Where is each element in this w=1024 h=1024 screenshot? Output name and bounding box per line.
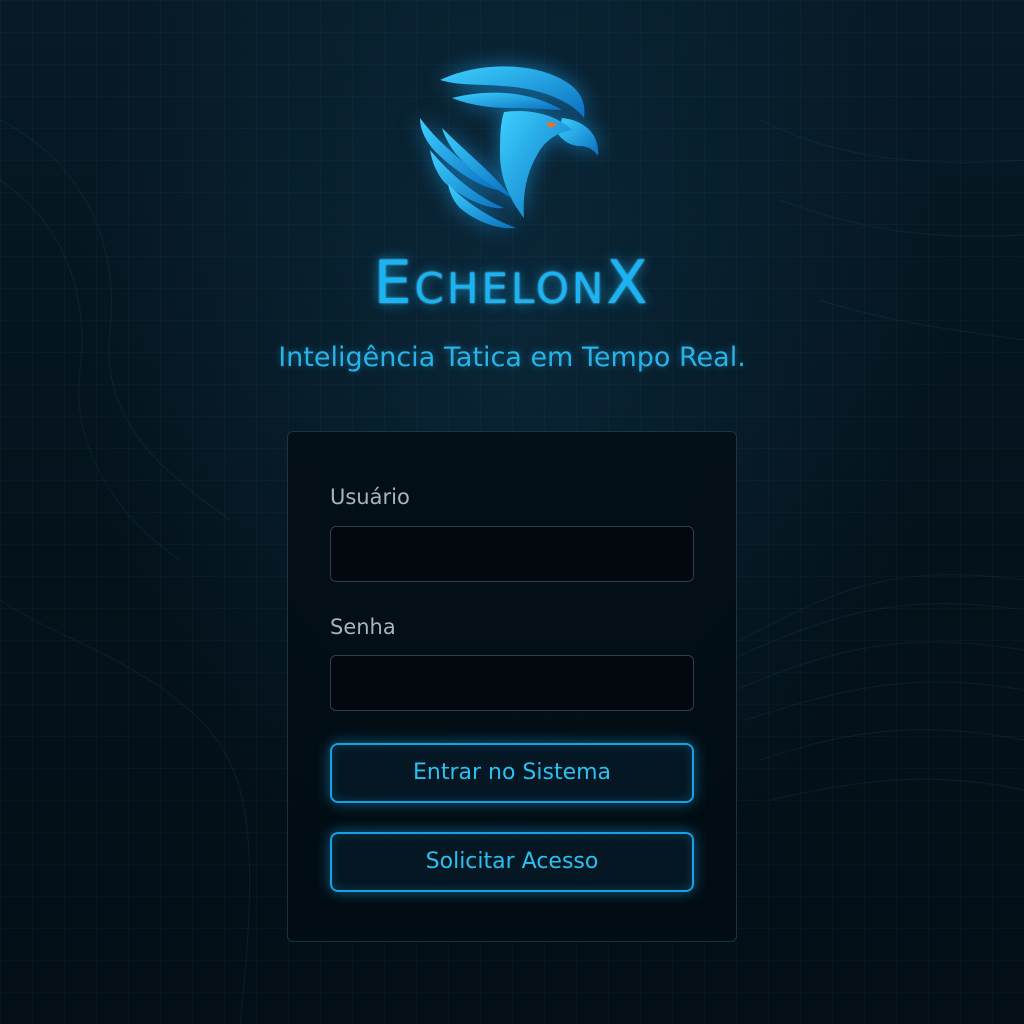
login-button[interactable]: Entrar no Sistema — [330, 743, 694, 803]
request-access-button[interactable]: Solicitar Acesso — [330, 832, 694, 892]
login-card: Usuário Senha Entrar no Sistema Solicita… — [287, 431, 737, 942]
username-input[interactable] — [330, 526, 694, 582]
login-screen: EchelonX Inteligência Tatica em Tempo Re… — [0, 0, 1024, 1024]
eagle-head-icon — [420, 66, 599, 229]
username-label: Usuário — [330, 485, 410, 509]
password-label: Senha — [330, 615, 396, 639]
password-input[interactable] — [330, 655, 694, 711]
brand-tagline: Inteligência Tatica em Tempo Real. — [278, 342, 746, 373]
brand-title: EchelonX — [373, 248, 651, 318]
